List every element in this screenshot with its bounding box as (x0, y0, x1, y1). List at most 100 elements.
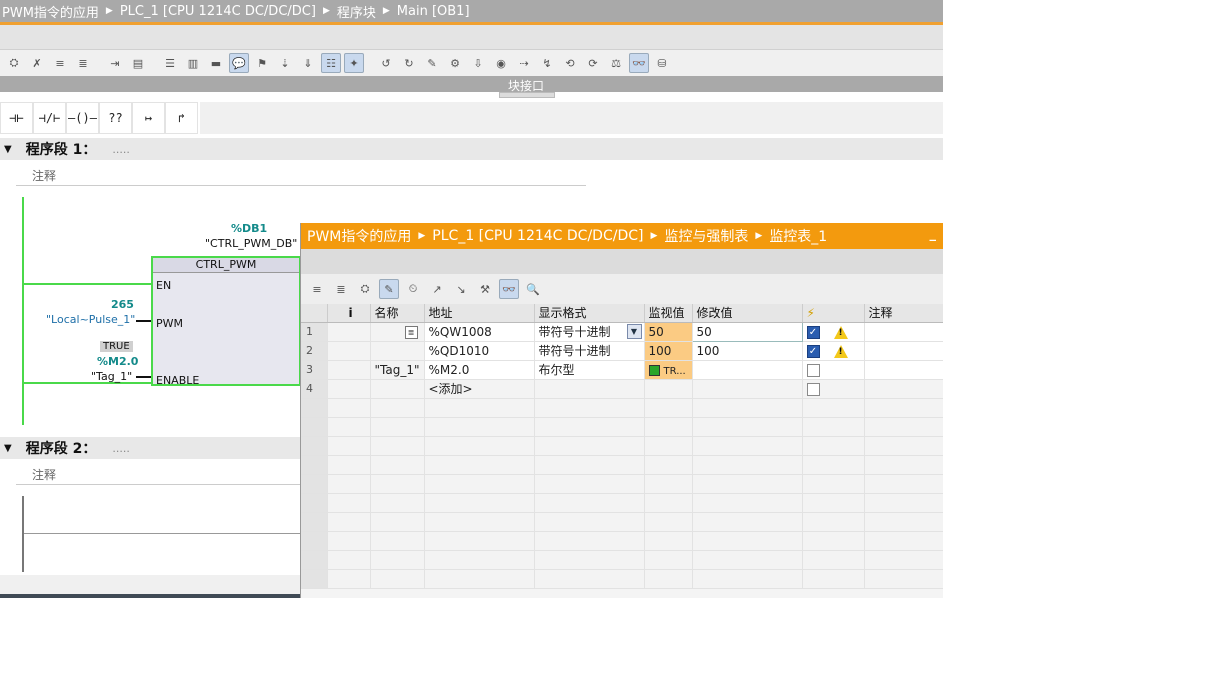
format-cell[interactable]: 带符号十进制 ▼ (534, 322, 645, 342)
add-new-row[interactable]: <添加> (424, 379, 535, 399)
collapse-triangle-icon[interactable]: ▼ (4, 443, 12, 454)
table-row[interactable]: 3 "Tag_1" %M2.0 布尔型 TR... (301, 360, 943, 380)
monitor-off-icon[interactable]: ↻ (399, 53, 419, 73)
col-name[interactable]: 名称 (370, 304, 425, 323)
watch-breadcrumb-table[interactable]: 监控表_1 (769, 226, 827, 246)
insert-row-icon[interactable]: ≡ (307, 279, 327, 299)
network-1-header[interactable]: ▼ 程序段 1： ..... (0, 138, 943, 160)
database-icon[interactable]: ⛁ (652, 53, 672, 73)
ctrl-pwm-block[interactable]: CTRL_PWM EN PWM ENABLE (151, 256, 301, 387)
comment-cell[interactable] (864, 341, 943, 361)
modify-flag-cell[interactable]: ✓! (802, 322, 865, 342)
modify-value-icon[interactable]: ↗ (427, 279, 447, 299)
table-row[interactable]: 1 ≣ %QW1008 带符号十进制 ▼ 50 50 ✓! (301, 321, 943, 342)
col-info[interactable]: i (327, 304, 371, 323)
name-cell[interactable] (370, 341, 425, 361)
insert-row-icon[interactable]: ≡ (50, 53, 70, 73)
network-2-header[interactable]: ▼ 程序段 2： ..... (0, 437, 300, 459)
insert-network-icon[interactable]: ⛭ (4, 53, 24, 73)
network-2-title-placeholder[interactable]: ..... (112, 442, 129, 455)
go-to-error-icon[interactable]: ⇣ (275, 53, 295, 73)
download-icon[interactable]: ⇩ (468, 53, 488, 73)
network-2-comment[interactable]: 注释 (16, 461, 300, 485)
monitor-once-icon[interactable]: 🔍 (523, 279, 543, 299)
modify-flag-cell[interactable] (802, 379, 865, 399)
modify-value-input[interactable]: 50 (691, 321, 803, 342)
breadcrumb-project[interactable]: PWM指令的应用 (2, 2, 99, 21)
pwm-tag[interactable]: "Local~Pulse_1" (46, 313, 135, 326)
jump-icon[interactable]: ↯ (537, 53, 557, 73)
col-comment[interactable]: 注释 (864, 304, 943, 323)
address-cell[interactable]: %QW1008 (424, 322, 535, 342)
modify-trigger-icon[interactable]: ✎ (379, 279, 399, 299)
trigger-icon[interactable]: ⏲ (403, 279, 423, 299)
network-1-comment[interactable]: 注释 (16, 162, 586, 186)
form-view-icon[interactable]: ▥ (183, 53, 203, 73)
instance-db-name[interactable]: "CTRL_PWM_DB" (205, 237, 297, 250)
highlight-icon[interactable]: ✦ (344, 53, 364, 73)
next-error-icon[interactable]: ⇓ (298, 53, 318, 73)
enable-peripheral-icon[interactable]: ⚒ (475, 279, 495, 299)
comment-cell[interactable] (864, 322, 943, 342)
coil-button[interactable]: –()– (66, 102, 99, 134)
comment-cell[interactable] (864, 379, 943, 399)
show-comments-icon[interactable]: ☷ (321, 53, 341, 73)
format-cell[interactable]: 布尔型 (534, 360, 645, 380)
breadcrumb-plc[interactable]: PLC_1 [CPU 1214C DC/DC/DC] (120, 4, 316, 19)
delete-network-icon[interactable]: ✗ (27, 53, 47, 73)
network-1-title-placeholder[interactable]: ..... (112, 143, 129, 156)
breadcrumb-main[interactable]: Main [OB1] (397, 4, 470, 19)
enable-tag[interactable]: "Tag_1" (91, 370, 132, 383)
monitoring-glasses-icon[interactable]: 👓 (629, 53, 649, 73)
col-monitor-value[interactable]: 监视值 (644, 304, 693, 323)
modify-icon[interactable]: ✎ (422, 53, 442, 73)
no-contact-button[interactable]: ⊣⊢ (0, 102, 33, 134)
col-address[interactable]: 地址 (424, 304, 535, 323)
breakpoint-icon[interactable]: ◉ (491, 53, 511, 73)
name-cell[interactable]: "Tag_1" (370, 360, 425, 380)
add-row-icon[interactable]: ≣ (73, 53, 93, 73)
nc-contact-button[interactable]: ⊣/⊢ (33, 102, 66, 134)
minimize-button[interactable]: _ (930, 227, 937, 242)
move-icon[interactable]: ⇥ (105, 53, 125, 73)
online-icon[interactable]: ⟲ (560, 53, 580, 73)
interface-splitter-handle[interactable] (499, 92, 555, 98)
collapse-triangle-icon[interactable]: ▼ (4, 144, 12, 155)
absolute-address-icon[interactable]: ▤ (128, 53, 148, 73)
col-modify-flag[interactable]: ⚡ (802, 304, 865, 323)
modify-all-icon[interactable]: ↘ (451, 279, 471, 299)
modify-flag-cell[interactable]: ✓! (802, 341, 865, 361)
table-row[interactable]: 2 %QD1010 带符号十进制 100 100 ✓! (301, 341, 943, 361)
dropdown-arrow-icon[interactable]: ▼ (626, 324, 642, 339)
add-row-icon[interactable]: ≣ (331, 279, 351, 299)
table-row[interactable]: 4 <添加> (301, 379, 943, 399)
format-cell[interactable] (534, 379, 645, 399)
empty-box-button[interactable]: ?? (99, 102, 132, 134)
step-icon[interactable]: ⇢ (514, 53, 534, 73)
tag-select-icon[interactable]: ≣ (404, 326, 418, 339)
modify-checkbox[interactable] (806, 363, 820, 377)
modify-value-cell[interactable]: 100 (692, 341, 803, 361)
modify-value-cell[interactable] (692, 379, 803, 399)
modify-value-cell[interactable] (692, 360, 803, 380)
open-branch-button[interactable]: ↦ (132, 102, 165, 134)
list-view-icon[interactable]: ☰ (160, 53, 180, 73)
open-all-icon[interactable]: ▬ (206, 53, 226, 73)
watch-breadcrumb-plc[interactable]: PLC_1 [CPU 1214C DC/DC/DC] (432, 228, 643, 244)
col-modify-value[interactable]: 修改值 (692, 304, 803, 323)
modify-checkbox[interactable]: ✓ (806, 344, 820, 358)
compare-icon[interactable]: ⚖ (606, 53, 626, 73)
col-display-format[interactable]: 显示格式 (534, 304, 645, 323)
modify-checkbox[interactable]: ✓ (806, 325, 820, 339)
block-interface-bar[interactable] (0, 76, 943, 92)
name-cell[interactable] (370, 379, 425, 399)
monitor-on-icon[interactable]: ↺ (376, 53, 396, 73)
favorites-icon[interactable]: ⚑ (252, 53, 272, 73)
close-branch-button[interactable]: ↱ (165, 102, 198, 134)
modify-now-icon[interactable]: ⛭ (355, 279, 375, 299)
comment-toggle-icon[interactable]: 💬 (229, 53, 249, 73)
watch-breadcrumb-project[interactable]: PWM指令的应用 (307, 226, 411, 246)
watch-breadcrumb-folder[interactable]: 监控与强制表 (664, 226, 748, 246)
modify-checkbox[interactable] (806, 382, 820, 396)
breadcrumb-blocks[interactable]: 程序块 (337, 2, 376, 21)
